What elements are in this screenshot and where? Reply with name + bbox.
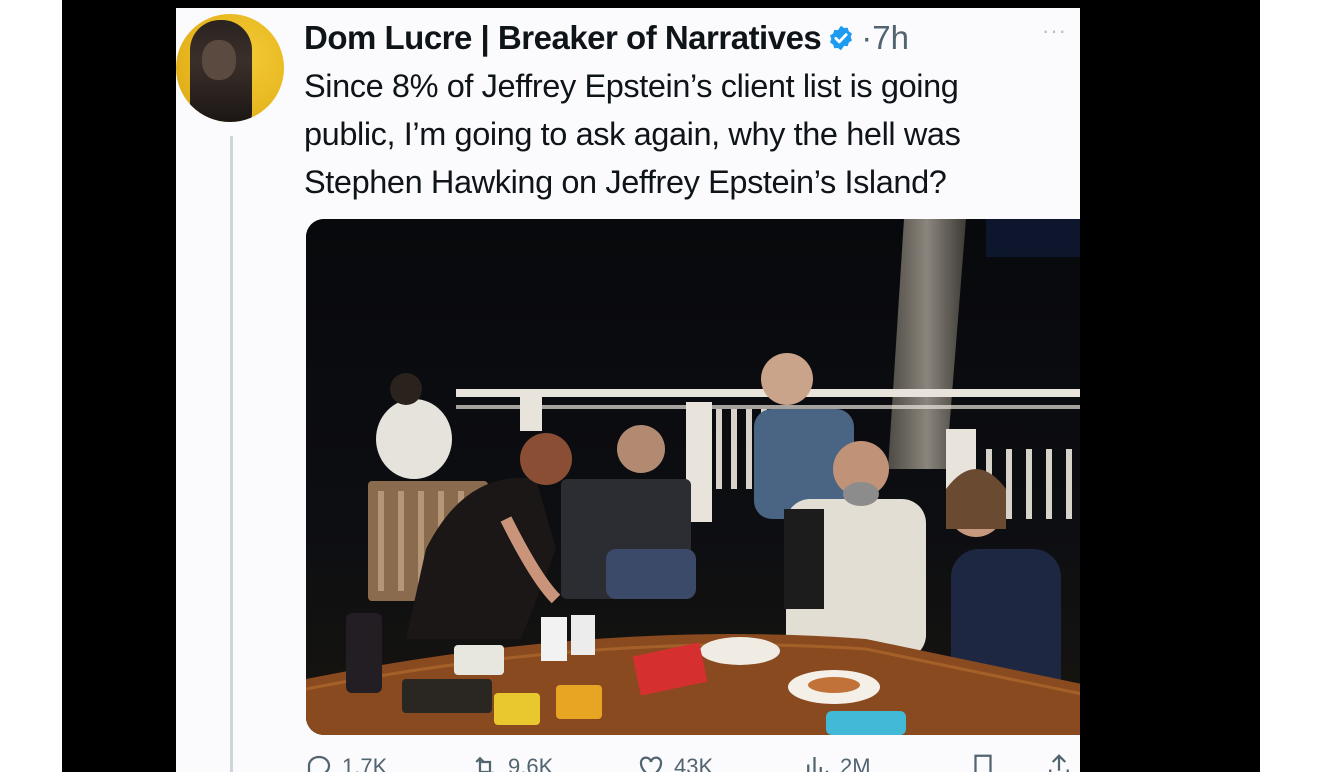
- like-count: 43K: [674, 754, 714, 772]
- views-icon: [807, 757, 829, 772]
- tweet-text-line: public, I’m going to ask again, why the …: [304, 116, 961, 152]
- share-button[interactable]: [1044, 752, 1074, 772]
- retweet-icon: [475, 756, 494, 772]
- right-black-band: [1080, 0, 1260, 772]
- avatar[interactable]: [176, 14, 284, 122]
- reply-button[interactable]: 1.7K: [304, 752, 387, 772]
- like-icon: [639, 756, 663, 772]
- views-count: 2M: [840, 754, 871, 772]
- author-name[interactable]: Dom Lucre | Breaker of Narratives: [304, 19, 822, 57]
- tweet-header: Dom Lucre | Breaker of Narratives · 7h: [304, 18, 909, 58]
- thread-line: [230, 136, 233, 772]
- tweet-photo[interactable]: [306, 219, 1080, 735]
- retweet-count: 9.6K: [508, 754, 554, 772]
- bookmark-button[interactable]: [968, 752, 998, 772]
- share-icon: [1049, 754, 1069, 772]
- separator-dot: ·: [861, 19, 873, 56]
- views-button[interactable]: 2M: [802, 752, 871, 772]
- reply-icon: [307, 755, 331, 772]
- left-black-band: [62, 0, 176, 772]
- verified-badge-icon: [830, 25, 853, 51]
- reply-count: 1.7K: [342, 754, 388, 772]
- avatar-face: [202, 40, 236, 80]
- tweet-text-line: Since 8% of Jeffrey Epstein’s client lis…: [304, 68, 959, 104]
- tweet-text: Since 8% of Jeffrey Epstein’s client lis…: [304, 62, 1080, 206]
- tweet-text-line: Stephen Hawking on Jeffrey Epstein’s Isl…: [304, 164, 947, 200]
- like-button[interactable]: 43K: [636, 752, 713, 772]
- action-bar: 1.7K 9.6K 43K 2M: [304, 752, 1080, 772]
- tweet-card: Dom Lucre | Breaker of Narratives · 7h ·…: [176, 8, 1080, 772]
- more-icon[interactable]: ···: [1042, 18, 1067, 44]
- retweet-button[interactable]: 9.6K: [470, 752, 553, 772]
- photo-scene: [306, 219, 1080, 735]
- timestamp[interactable]: 7h: [872, 19, 909, 57]
- bookmark-icon: [974, 754, 992, 772]
